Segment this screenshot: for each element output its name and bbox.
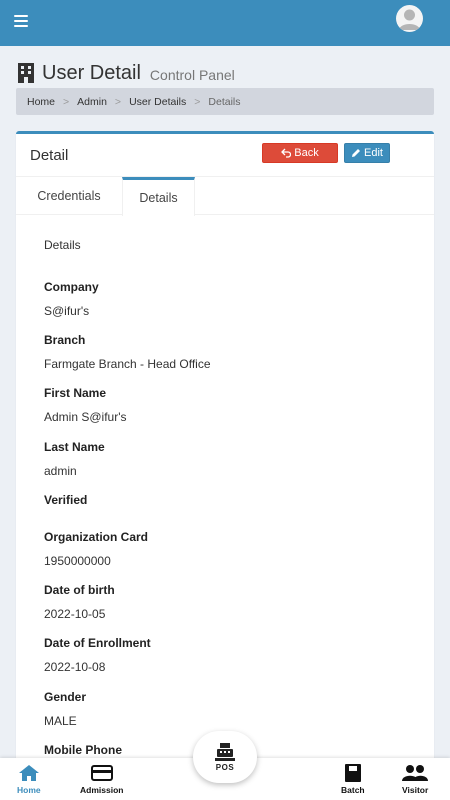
field-first-name: First Name Admin S@ifur's [44,386,127,424]
field-date-of-birth: Date of birth 2022-10-05 [44,583,115,621]
field-date-of-enrollment: Date of Enrollment 2022-10-08 [44,636,151,674]
field-value: S@ifur's [44,304,90,318]
tab-credentials[interactable]: Credentials [16,177,122,215]
book-icon [344,764,361,782]
field-branch: Branch Farmgate Branch - Head Office [44,333,211,371]
field-label: Company [44,280,99,294]
detail-box: Detail Back Edit Credentials Details Det… [16,131,434,771]
breadcrumb-current: Details [208,95,241,108]
nav-admission[interactable]: Admission [80,764,123,795]
field-value: Admin S@ifur's [44,410,127,424]
nav-home[interactable]: Home [17,764,41,795]
field-value: admin [44,464,77,478]
top-navbar [0,0,450,46]
field-value: Farmgate Branch - Head Office [44,357,211,371]
field-label: Last Name [44,440,105,454]
box-header: Detail Back Edit [16,134,434,177]
field-organization-card: Organization Card 1950000000 [44,530,148,568]
box-title: Detail [30,147,69,164]
pos-label: POS [215,762,235,772]
field-gender: Gender MALE [44,690,86,728]
page-title: User Detail [42,61,141,84]
field-label: Date of Enrollment [44,636,151,650]
edit-button-label: Edit [364,147,383,159]
section-title: Details [44,238,81,252]
card-icon [90,765,113,781]
user-avatar-icon[interactable] [396,5,423,32]
people-icon [402,765,429,781]
back-arrow-icon [281,148,292,158]
tab-bar: Credentials Details [16,177,434,216]
edit-button[interactable]: Edit [344,143,390,163]
breadcrumb-admin[interactable]: Admin [77,96,107,108]
breadcrumb-separator: > [114,95,122,108]
pos-button[interactable]: POS [193,731,257,783]
field-value: 1950000000 [44,554,111,568]
nav-admission-label: Admission [80,785,124,795]
field-label: First Name [44,386,107,400]
field-verified: Verified [44,493,87,517]
field-label: Verified [44,493,88,507]
home-icon [18,765,39,781]
nav-batch[interactable]: Batch [341,764,365,795]
field-label: Organization Card [44,530,149,544]
page-subtitle: Control Panel [149,67,235,83]
hamburger-icon[interactable] [14,15,28,27]
pencil-icon [352,149,361,157]
field-value: MALE [44,714,77,728]
back-button-label: Back [294,147,319,159]
breadcrumb-separator: > [63,95,70,108]
field-last-name: Last Name admin [44,440,105,478]
breadcrumb-home[interactable]: Home [27,96,55,108]
nav-batch-label: Batch [341,785,365,795]
field-label: Gender [44,690,87,704]
breadcrumb-separator: > [194,95,201,108]
field-company: Company S@ifur's [44,280,99,318]
field-label: Branch [44,333,86,347]
tab-details[interactable]: Details [122,177,195,216]
building-icon [18,63,34,83]
back-button[interactable]: Back [262,143,338,163]
nav-visitor[interactable]: Visitor [402,764,428,795]
nav-home-label: Home [17,785,41,795]
cash-register-icon [215,742,235,761]
nav-visitor-label: Visitor [402,785,429,795]
breadcrumb-user-details[interactable]: User Details [129,96,186,108]
field-label: Mobile Phone [44,743,122,757]
field-value: 2022-10-08 [44,660,106,674]
field-label: Date of birth [44,583,115,597]
page-header: User Detail Control Panel [17,60,235,86]
breadcrumb: Home > Admin > User Details > Details [16,88,434,115]
field-value: 2022-10-05 [44,607,106,621]
